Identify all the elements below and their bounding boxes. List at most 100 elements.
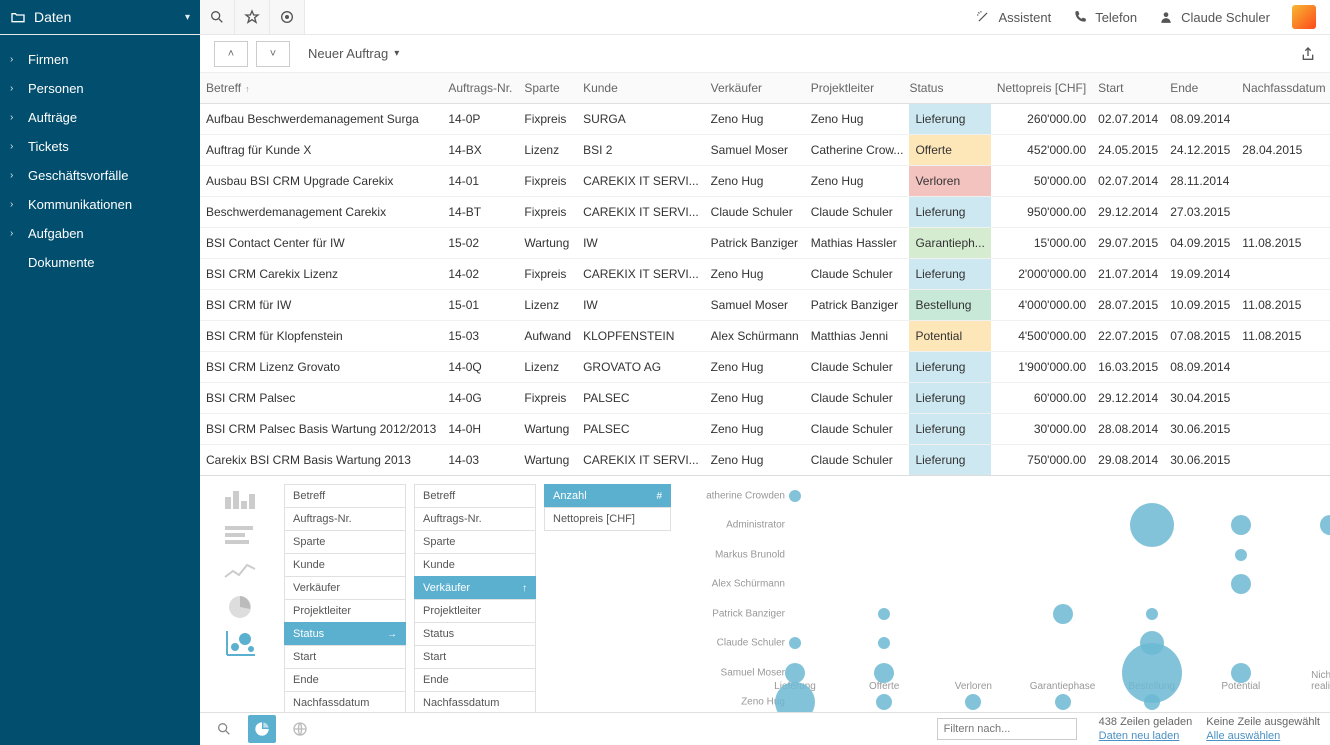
filter-input[interactable] — [937, 718, 1077, 740]
sidebar-item-dokumente[interactable]: Dokumente — [0, 248, 200, 277]
table-row[interactable]: BSI CRM Palsec Basis Wartung 2012/201314… — [200, 414, 1330, 445]
select-all-link[interactable]: Alle auswählen — [1206, 729, 1320, 743]
sidebar-item-geschäftsvorfälle[interactable]: ›Geschäftsvorfälle — [0, 161, 200, 190]
chart-y-label: Claude Schuler — [685, 638, 785, 649]
field-option[interactable]: Betreff — [414, 484, 536, 508]
sidebar-item-aufgaben[interactable]: ›Aufgaben — [0, 219, 200, 248]
field-option[interactable]: Ende — [284, 668, 406, 692]
field-option[interactable]: Sparte — [414, 530, 536, 554]
bubble[interactable] — [874, 663, 894, 683]
bubble[interactable] — [785, 663, 805, 683]
bubble[interactable] — [789, 490, 801, 502]
datasource-select[interactable]: Daten ▾ — [0, 0, 200, 34]
new-order-button[interactable]: Neuer Auftrag ▾ — [308, 46, 399, 61]
bubble[interactable] — [1144, 694, 1160, 710]
col-header[interactable]: Betreff↑ — [200, 73, 442, 104]
bubble[interactable] — [1053, 604, 1073, 624]
field-option[interactable]: Projektleiter — [414, 599, 536, 623]
bubble[interactable] — [1320, 515, 1330, 535]
field-option[interactable]: Nachfassdatum — [414, 691, 536, 712]
bubble[interactable] — [789, 637, 801, 649]
next-button[interactable]: ˅ — [256, 41, 290, 67]
bubble[interactable] — [1055, 694, 1071, 710]
col-header[interactable]: Kunde — [577, 73, 705, 104]
field-option[interactable]: Verkäufer — [284, 576, 406, 600]
status-badge: Lieferung — [909, 414, 990, 444]
bottom-chart-button[interactable] — [248, 715, 276, 743]
field-option[interactable]: Start — [284, 645, 406, 669]
field-option[interactable]: Kunde — [414, 553, 536, 577]
table-row[interactable]: BSI CRM Lizenz Grovato14-0QLizenzGROVATO… — [200, 352, 1330, 383]
field-option[interactable]: Projektleiter — [284, 599, 406, 623]
bubble[interactable] — [878, 637, 890, 649]
bubble[interactable] — [1231, 574, 1251, 594]
bubble[interactable] — [1231, 515, 1251, 535]
prev-button[interactable]: ˄ — [214, 41, 248, 67]
table-row[interactable]: Auftrag für Kunde X14-BXLizenzBSI 2Samue… — [200, 135, 1330, 166]
field-option[interactable]: Status→ — [284, 622, 406, 646]
reload-link[interactable]: Daten neu laden — [1099, 729, 1193, 743]
sidebar-item-tickets[interactable]: ›Tickets — [0, 132, 200, 161]
bubble[interactable] — [1130, 503, 1174, 547]
sidebar-item-firmen[interactable]: ›Firmen — [0, 45, 200, 74]
field-option[interactable]: Auftrags-Nr. — [414, 507, 536, 531]
col-header[interactable]: Start — [1092, 73, 1164, 104]
col-header[interactable]: Nettopreis [CHF] — [991, 73, 1092, 104]
field-option[interactable]: Start — [414, 645, 536, 669]
col-header[interactable]: Ende — [1164, 73, 1236, 104]
table-row[interactable]: BSI CRM für Klopfenstein15-03AufwandKLOP… — [200, 321, 1330, 352]
bubble[interactable] — [965, 694, 981, 710]
bubble-chart-icon[interactable] — [218, 628, 262, 658]
col-header[interactable]: Projektleiter — [805, 73, 910, 104]
field-option[interactable]: Nettopreis [CHF] — [544, 507, 671, 531]
table-row[interactable]: Ausbau BSI CRM Upgrade Carekix14-01Fixpr… — [200, 166, 1330, 197]
table-row[interactable]: Aufbau Beschwerdemanagement Surga14-0PFi… — [200, 104, 1330, 135]
target-button[interactable] — [270, 0, 305, 34]
col-header[interactable]: Auftrags-Nr. — [442, 73, 518, 104]
pie-chart-icon[interactable] — [218, 592, 262, 622]
chart-y-label: atherine Crowden — [685, 491, 785, 502]
bubble[interactable] — [876, 694, 892, 710]
table-row[interactable]: BSI CRM Carekix Lizenz14-02FixpreisCAREK… — [200, 259, 1330, 290]
chevron-right-icon: › — [10, 170, 20, 181]
table-row[interactable]: BSI CRM für IW15-01LizenzIWSamuel MoserP… — [200, 290, 1330, 321]
bubble[interactable] — [878, 608, 890, 620]
chevron-right-icon: › — [10, 83, 20, 94]
bubble[interactable] — [1231, 663, 1251, 683]
field-option[interactable]: Status — [414, 622, 536, 646]
col-header[interactable]: Status — [909, 73, 990, 104]
bubble[interactable] — [1146, 608, 1158, 620]
field-option[interactable]: Nachfassdatum — [284, 691, 406, 712]
favorite-button[interactable] — [235, 0, 270, 34]
table-row[interactable]: Carekix BSI CRM Basis Wartung 201314-03W… — [200, 445, 1330, 476]
bottom-globe-button[interactable] — [286, 715, 314, 743]
field-option[interactable]: Anzahl# — [544, 484, 671, 508]
col-header[interactable]: Nachfassdatum — [1236, 73, 1330, 104]
line-chart-icon[interactable] — [218, 556, 262, 586]
chart-x-label: Garantiephase — [1030, 681, 1096, 692]
table-row[interactable]: Beschwerdemanagement Carekix14-BTFixprei… — [200, 197, 1330, 228]
telefon-link[interactable]: Telefon — [1073, 10, 1137, 25]
bottom-search-button[interactable] — [210, 715, 238, 743]
search-button[interactable] — [200, 0, 235, 34]
field-option[interactable]: Kunde — [284, 553, 406, 577]
bubble[interactable] — [1235, 549, 1247, 561]
bar-chart-icon[interactable] — [218, 484, 262, 514]
field-option[interactable]: Sparte — [284, 530, 406, 554]
field-option[interactable]: Verkäufer↑ — [414, 576, 536, 600]
list-chart-icon[interactable] — [218, 520, 262, 550]
field-option[interactable]: Ende — [414, 668, 536, 692]
share-button[interactable] — [1300, 46, 1316, 62]
col-header[interactable]: Sparte — [518, 73, 577, 104]
sidebar-item-kommunikationen[interactable]: ›Kommunikationen — [0, 190, 200, 219]
assistant-link[interactable]: Assistent — [976, 10, 1051, 25]
sidebar-item-aufträge[interactable]: ›Aufträge — [0, 103, 200, 132]
field-option[interactable]: Auftrags-Nr. — [284, 507, 406, 531]
field-option[interactable]: Betreff — [284, 484, 406, 508]
table-row[interactable]: BSI Contact Center für IW15-02WartungIWP… — [200, 228, 1330, 259]
avatar[interactable] — [1292, 5, 1316, 29]
col-header[interactable]: Verkäufer — [705, 73, 805, 104]
table-row[interactable]: BSI CRM Palsec14-0GFixpreisPALSECZeno Hu… — [200, 383, 1330, 414]
user-menu[interactable]: Claude Schuler — [1159, 10, 1270, 25]
sidebar-item-personen[interactable]: ›Personen — [0, 74, 200, 103]
